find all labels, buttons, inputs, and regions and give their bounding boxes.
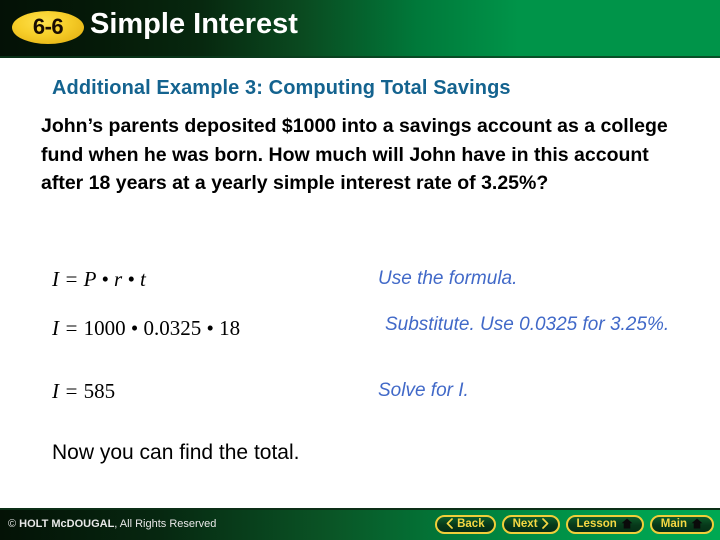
copyright-brand: HOLT McDOUGAL — [19, 518, 115, 530]
solution-work-area: I = P • r • t Use the formula. I = 1000 … — [0, 263, 720, 421]
copyright-notice: © HOLT McDOUGAL, All Rights Reserved — [8, 518, 216, 530]
lesson-number-label: 6-6 — [32, 13, 64, 39]
main-button[interactable]: Main — [649, 515, 714, 534]
back-button[interactable]: Back — [435, 515, 496, 534]
next-button[interactable]: Next — [501, 515, 560, 534]
main-button-label: Main — [660, 517, 687, 530]
next-button-label: Next — [512, 517, 538, 530]
closing-text: Now you can find the total. — [52, 441, 300, 464]
lesson-button-label: Lesson — [576, 517, 617, 530]
lesson-number-badge: 6-6 — [12, 11, 84, 44]
slide-footer: © HOLT McDOUGAL, All Rights Reserved Bac… — [0, 508, 720, 540]
footer-navigation: Back Next Lesson Main — [435, 515, 714, 534]
example-heading: Additional Example 3: Computing Total Sa… — [52, 77, 511, 99]
annotation-substitute: Substitute. Use 0.0325 for 3.25%. — [385, 314, 670, 335]
lesson-button[interactable]: Lesson — [565, 515, 644, 534]
equation-solve-numbers: 585 — [83, 379, 116, 403]
back-button-label: Back — [457, 517, 485, 530]
work-row-formula: I = P • r • t Use the formula. — [0, 263, 720, 313]
problem-statement: John’s parents deposited $1000 into a sa… — [41, 115, 668, 194]
work-row-substitute: I = 1000 • 0.0325 • 18 Substitute. Use 0… — [0, 313, 720, 377]
slide-body: Additional Example 3: Computing Total Sa… — [0, 58, 720, 508]
equation-substitute-prefix: I = — [52, 316, 84, 340]
equation-substitute-numbers: 1000 • 0.0325 • 18 — [83, 316, 241, 340]
equation-solve: I = 585 — [52, 379, 115, 404]
work-row-solve: I = 585 Solve for I. — [0, 377, 720, 421]
equation-substitute: I = 1000 • 0.0325 • 18 — [52, 316, 240, 341]
page-title: Simple Interest — [90, 8, 298, 40]
equation-solve-prefix: I = — [52, 379, 84, 403]
annotation-formula: Use the formula. — [378, 268, 518, 289]
home-icon — [621, 516, 633, 534]
equation-formula: I = P • r • t — [52, 267, 146, 291]
annotation-solve: Solve for I. — [378, 380, 469, 401]
copyright-rest: , All Rights Reserved — [114, 518, 217, 530]
home-icon — [691, 516, 703, 534]
copyright-symbol: © — [8, 518, 20, 530]
chevron-left-icon — [446, 516, 453, 534]
chevron-right-icon — [541, 516, 549, 534]
slide-header: 6-6 Simple Interest — [0, 0, 720, 58]
